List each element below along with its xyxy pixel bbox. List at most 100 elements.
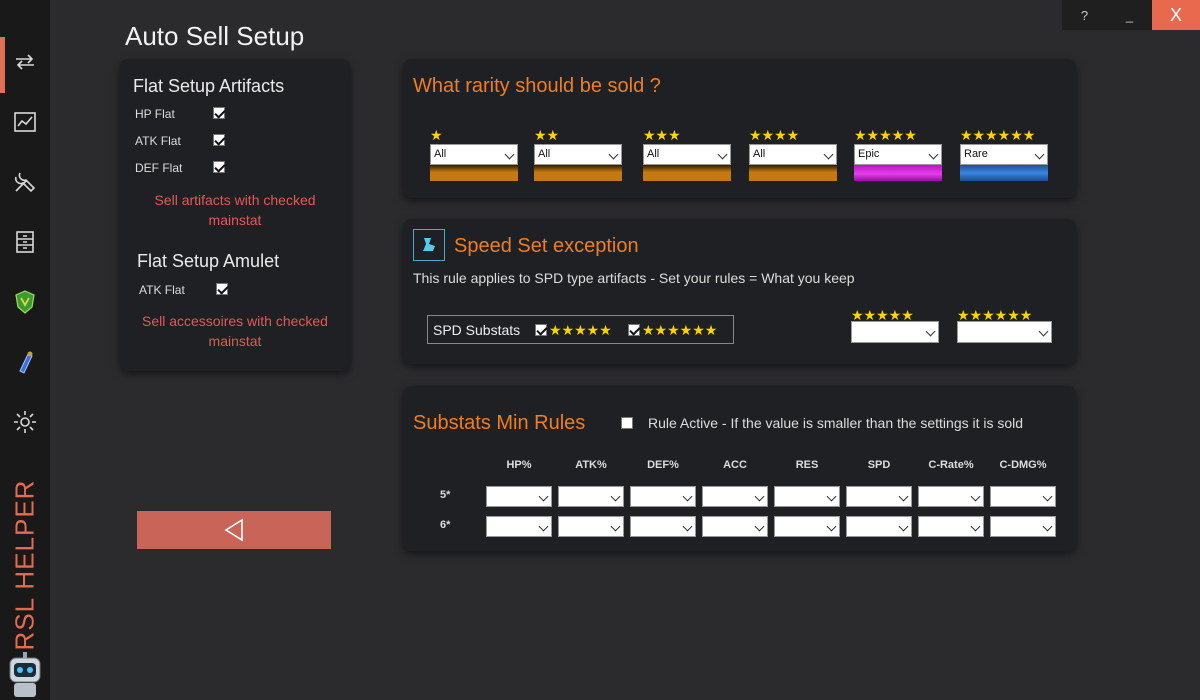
chart-icon bbox=[14, 112, 36, 132]
substat-min-select[interactable] bbox=[630, 486, 696, 507]
chevron-down-icon bbox=[682, 491, 693, 502]
chevron-down-icon bbox=[928, 149, 939, 160]
speed-set-description: This rule applies to SPD type artifacts … bbox=[413, 270, 855, 286]
column-header: C-Rate% bbox=[928, 459, 974, 471]
artifacts-note: Sell artifacts with checked mainstat bbox=[154, 192, 316, 228]
spd-6star-select[interactable] bbox=[957, 321, 1052, 343]
substat-min-select[interactable] bbox=[774, 516, 840, 537]
close-button[interactable]: X bbox=[1152, 0, 1200, 30]
star-rating: ★★★★★★ bbox=[960, 127, 1036, 143]
row-header: 5* bbox=[440, 489, 451, 501]
substat-min-select[interactable] bbox=[990, 516, 1056, 537]
star-rating: ★★★★★★ bbox=[642, 322, 718, 338]
rarity-select[interactable]: All bbox=[534, 144, 622, 165]
chevron-down-icon bbox=[823, 149, 834, 160]
rarity-column: ★★ All bbox=[534, 128, 622, 181]
sidebar-item-potion[interactable] bbox=[0, 337, 50, 387]
substat-min-select[interactable] bbox=[702, 486, 768, 507]
chevron-down-icon bbox=[970, 491, 981, 502]
rarity-select[interactable]: All bbox=[430, 144, 518, 165]
atk-flat-label: ATK Flat bbox=[135, 134, 181, 148]
def-flat-label: DEF Flat bbox=[135, 161, 183, 175]
atk-flat-checkbox[interactable] bbox=[213, 134, 225, 146]
help-button[interactable]: ? bbox=[1062, 0, 1107, 30]
back-button[interactable] bbox=[137, 511, 331, 549]
substats-panel: Substats Min Rules Rule Active - If the … bbox=[403, 386, 1076, 551]
speed-set-title: Speed Set exception bbox=[454, 235, 639, 257]
amulet-atk-flat-label: ATK Flat bbox=[139, 283, 185, 297]
rarity-select[interactable]: All bbox=[749, 144, 837, 165]
rarity-select[interactable]: Epic bbox=[854, 144, 942, 165]
swap-arrows-icon bbox=[16, 54, 34, 70]
rarity-select[interactable]: All bbox=[643, 144, 731, 165]
chevron-down-icon bbox=[538, 491, 549, 502]
spd-5star-checkbox[interactable] bbox=[535, 324, 547, 336]
spd-substats-box: SPD Substats ★★★★★ ★★★★★★ bbox=[427, 315, 734, 344]
amulet-note: Sell accessoires with checked mainstat bbox=[142, 313, 328, 349]
shield-icon bbox=[15, 290, 35, 314]
chevron-down-icon bbox=[717, 149, 728, 160]
chevron-down-icon bbox=[826, 521, 837, 532]
column-header: DEF% bbox=[647, 459, 679, 471]
rarity-bar bbox=[643, 165, 731, 181]
substat-min-select[interactable] bbox=[486, 516, 552, 537]
column-header: SPD bbox=[867, 459, 891, 471]
brand-label: RSL HELPER bbox=[9, 479, 40, 651]
spd-6star-checkbox[interactable] bbox=[628, 324, 640, 336]
rule-active-checkbox[interactable] bbox=[621, 417, 633, 429]
sidebar-item-auto-sell[interactable] bbox=[0, 37, 50, 93]
substat-min-select[interactable] bbox=[918, 516, 984, 537]
rarity-select[interactable]: Rare bbox=[960, 144, 1048, 165]
sidebar-item-tools[interactable] bbox=[0, 157, 50, 207]
rarity-column: ★★★ All bbox=[643, 128, 731, 181]
potion-icon bbox=[19, 351, 33, 374]
substat-min-select[interactable] bbox=[846, 516, 912, 537]
speed-boot-icon bbox=[413, 229, 445, 261]
substat-min-select[interactable] bbox=[702, 516, 768, 537]
minimize-button[interactable]: _ bbox=[1107, 0, 1152, 30]
substat-min-select[interactable] bbox=[774, 486, 840, 507]
rarity-column: ★★★★ All bbox=[749, 127, 837, 181]
chevron-down-icon bbox=[1038, 326, 1049, 337]
back-arrow-icon bbox=[224, 518, 243, 542]
chevron-down-icon bbox=[754, 491, 765, 502]
chevron-down-icon bbox=[1042, 491, 1053, 502]
chevron-down-icon bbox=[898, 491, 909, 502]
amulet-atk-flat-checkbox[interactable] bbox=[216, 283, 228, 295]
column-header: ATK% bbox=[575, 459, 607, 471]
sidebar-item-faction[interactable] bbox=[0, 277, 50, 327]
substat-min-select[interactable] bbox=[630, 516, 696, 537]
sidebar-item-settings[interactable] bbox=[0, 397, 50, 447]
sidebar-item-archive[interactable] bbox=[0, 217, 50, 267]
rule-active-label: Rule Active - If the value is smaller th… bbox=[648, 415, 1024, 431]
star-rating: ★★★★ bbox=[749, 127, 800, 143]
substat-min-select[interactable] bbox=[918, 486, 984, 507]
star-rating: ★★★★★★ bbox=[957, 307, 1033, 323]
sidebar-item-stats[interactable] bbox=[0, 97, 50, 147]
robot-mascot-icon bbox=[9, 652, 41, 697]
substat-min-select[interactable] bbox=[990, 486, 1056, 507]
chevron-down-icon bbox=[682, 521, 693, 532]
page-title: Auto Sell Setup bbox=[125, 21, 305, 51]
gear-icon bbox=[14, 411, 36, 433]
chevron-down-icon bbox=[898, 521, 909, 532]
chevron-down-icon bbox=[610, 521, 621, 532]
substat-min-select[interactable] bbox=[558, 516, 624, 537]
column-header: HP% bbox=[506, 459, 532, 471]
sidebar: RSL HELPER bbox=[0, 0, 50, 700]
star-rating: ★ bbox=[430, 127, 443, 143]
substat-min-select[interactable] bbox=[846, 486, 912, 507]
substat-min-select[interactable] bbox=[486, 486, 552, 507]
window-controls: ? _ X bbox=[1062, 0, 1200, 30]
tools-icon bbox=[14, 172, 36, 193]
chevron-down-icon bbox=[826, 491, 837, 502]
def-flat-checkbox[interactable] bbox=[213, 161, 225, 173]
rarity-bar bbox=[854, 165, 942, 181]
substat-min-select[interactable] bbox=[558, 486, 624, 507]
archive-icon bbox=[16, 231, 34, 253]
hp-flat-checkbox[interactable] bbox=[213, 107, 225, 119]
rarity-column: ★★★★★★ Rare bbox=[960, 127, 1048, 181]
spd-5star-select[interactable] bbox=[851, 321, 939, 343]
chevron-down-icon bbox=[754, 521, 765, 532]
row-header: 6* bbox=[440, 519, 451, 531]
